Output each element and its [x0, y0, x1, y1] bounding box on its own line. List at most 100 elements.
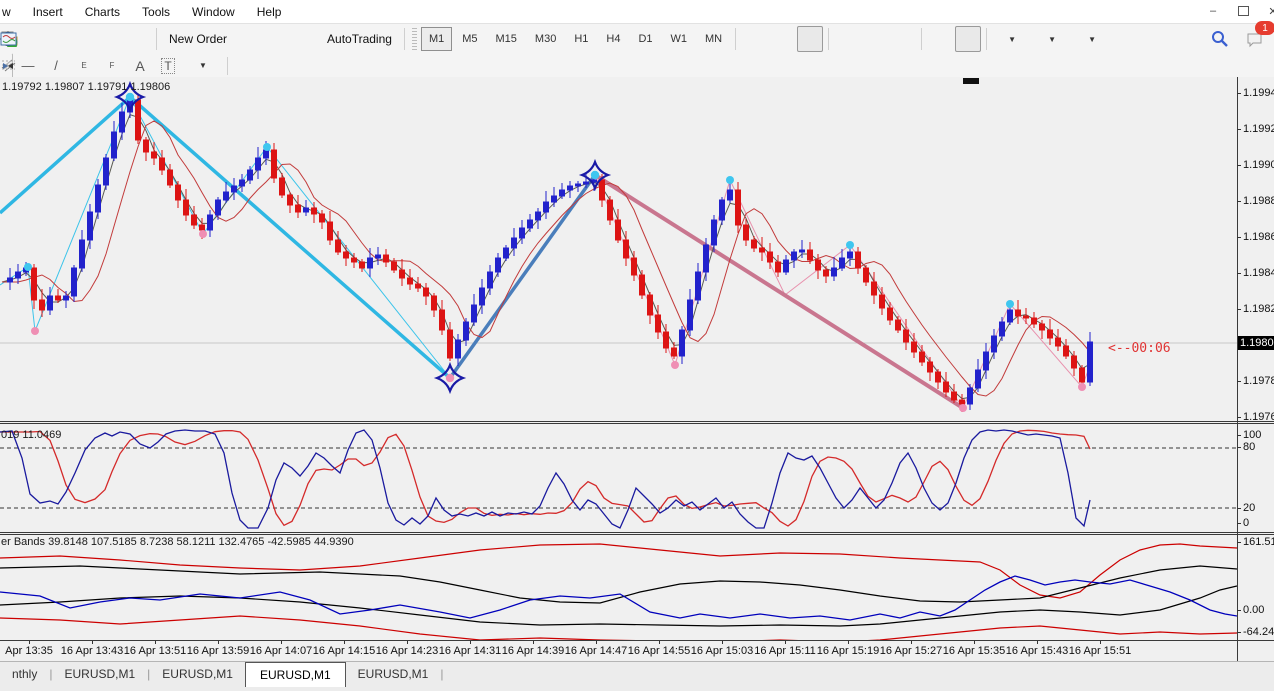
time-tick-mark	[974, 641, 975, 644]
profiles-button[interactable]	[0, 26, 95, 52]
timeframe-d1-button[interactable]: D1	[630, 27, 660, 51]
timeframe-h4-button[interactable]: H4	[598, 27, 628, 51]
time-tick-mark	[92, 641, 93, 644]
templates-button[interactable]: ▼	[0, 26, 1110, 52]
menu-item-charts[interactable]: Charts	[74, 2, 131, 22]
signals-button[interactable]	[1, 26, 318, 52]
chart-tab[interactable]: EURUSD,M1	[346, 663, 441, 685]
arrows-button[interactable]: ▼	[3, 53, 221, 79]
stochastic-panel[interactable]	[0, 424, 1237, 533]
crosshair-button[interactable]	[0, 26, 67, 52]
panel-divider[interactable]	[0, 534, 1274, 535]
panel-divider[interactable]	[0, 421, 1274, 422]
minimize-button[interactable]: –	[1202, 2, 1224, 20]
indicators-button[interactable]: ▼	[0, 26, 1030, 52]
menu-item-insert[interactable]: Insert	[22, 2, 74, 22]
restore-button[interactable]	[1232, 2, 1254, 20]
axis-tick-mark	[1237, 610, 1241, 611]
menu-item-w[interactable]: w	[0, 2, 22, 22]
metaeditor-button[interactable]	[2, 26, 262, 52]
candlestick-button[interactable]	[1, 26, 795, 52]
chart-tab[interactable]: EURUSD,M1	[150, 663, 245, 685]
stoch-tick-label: 80	[1243, 441, 1256, 453]
axis-tick-mark	[1237, 237, 1241, 238]
menu-item-window[interactable]: Window	[181, 2, 246, 22]
time-tick-mark	[785, 641, 786, 644]
close-button[interactable]: ✕	[1262, 2, 1274, 20]
price-tick-label: 1.19785	[1243, 375, 1274, 387]
search-button[interactable]	[1211, 26, 1237, 52]
panel-divider[interactable]	[0, 532, 1274, 533]
timeframe-m1-button[interactable]: M1	[420, 27, 453, 51]
chart-tab[interactable]: nthly	[0, 663, 49, 685]
notification-badge: 1	[1255, 21, 1274, 35]
axis-tick-mark	[1237, 129, 1241, 130]
time-tick-mark	[596, 641, 597, 644]
time-tick-mark	[407, 641, 408, 644]
time-label: 16 Apr 14:55	[627, 645, 691, 657]
panel-divider[interactable]	[0, 423, 1274, 424]
axis-tick-mark	[1237, 447, 1241, 448]
timeframe-m15-button[interactable]: M15	[488, 27, 525, 51]
price-tick-label: 1.19925	[1243, 123, 1274, 135]
bands-tick-label: 161.5183	[1243, 536, 1274, 548]
time-tick-mark	[344, 641, 345, 644]
trendline-icon: /	[54, 58, 58, 73]
timeframe-h1-button[interactable]: H1	[566, 27, 596, 51]
autotrading-button[interactable]: AutoTrading	[2, 26, 399, 52]
time-label: 16 Apr 14:15	[312, 645, 376, 657]
new-order-button[interactable]: New Order	[1, 26, 234, 52]
text-label-button[interactable]: T	[155, 53, 181, 79]
stoch-tick-label: 100	[1243, 429, 1262, 441]
axis-tick-mark	[1237, 273, 1241, 274]
time-label: 16 Apr 15:11	[754, 645, 816, 657]
time-tick-mark	[848, 641, 849, 644]
time-tick-mark	[1100, 641, 1101, 644]
price-tick-label: 1.19765	[1243, 411, 1274, 423]
time-label: 16 Apr 14:31	[438, 645, 502, 657]
price-tick-label: 1.19885	[1243, 195, 1274, 207]
chart-tab[interactable]: EURUSD,M1	[52, 663, 147, 685]
bands-values-label: er Bands 39.8148 107.5185 8.7238 58.1211…	[1, 536, 354, 548]
axis-tick-mark	[1237, 508, 1241, 509]
notifications-button[interactable]: 1	[1245, 21, 1274, 52]
fibonacci-button[interactable]: F	[2, 53, 125, 79]
timeframe-mn-button[interactable]: MN	[697, 27, 730, 51]
equidistant-channel-button[interactable]: E	[1, 53, 97, 79]
restore-icon	[1237, 4, 1252, 16]
horizontal-line-button[interactable]: —	[15, 53, 41, 79]
chart-tab-active[interactable]: EURUSD,M1	[244, 662, 346, 687]
timeframe-m30-button[interactable]: M30	[527, 27, 564, 51]
bar-chart-button[interactable]	[1, 26, 767, 52]
chart-shift-button[interactable]	[2, 26, 982, 52]
zoom-out-button[interactable]	[1, 26, 888, 52]
periods-button[interactable]: ▼	[1, 26, 1070, 52]
time-label: 16 Apr 15:35	[942, 645, 1006, 657]
toolbar-drag-handle[interactable]	[411, 28, 417, 50]
trendline-button[interactable]: /	[43, 53, 69, 79]
axis-tick-mark	[1237, 417, 1241, 418]
chart-top-mark	[963, 78, 979, 84]
templates-icon	[0, 32, 17, 46]
text-icon: A	[135, 57, 145, 74]
time-label: 16 Apr 14:07	[249, 645, 313, 657]
text-button[interactable]: A	[127, 53, 153, 79]
time-axis: Apr 13:35 16 Apr 13:43 16 Apr 13:51 16 Apr …	[0, 641, 1237, 661]
tile-windows-button[interactable]	[1, 26, 916, 52]
timeframe-w1-button[interactable]: W1	[663, 27, 696, 51]
time-tick-mark	[155, 641, 156, 644]
menu-item-help[interactable]: Help	[246, 2, 293, 22]
auto-scroll-button[interactable]	[2, 26, 953, 52]
data-window-button[interactable]	[0, 26, 151, 52]
price-chart[interactable]	[0, 77, 1237, 421]
menu-item-tools[interactable]: Tools	[131, 2, 181, 22]
line-chart-button[interactable]	[1, 26, 824, 52]
autotrading-label: AutoTrading	[327, 32, 392, 46]
bands-panel[interactable]	[0, 535, 1237, 641]
zoom-in-button[interactable]	[1, 26, 860, 52]
timeframe-m5-button[interactable]: M5	[454, 27, 485, 51]
chart-area[interactable]: 1.19792 1.19807 1.19791 1.19806 <--00:06…	[0, 77, 1274, 661]
arrows-icon	[3, 62, 13, 69]
terminal-button[interactable]	[1, 26, 290, 52]
market-watch-button[interactable]	[0, 26, 123, 52]
